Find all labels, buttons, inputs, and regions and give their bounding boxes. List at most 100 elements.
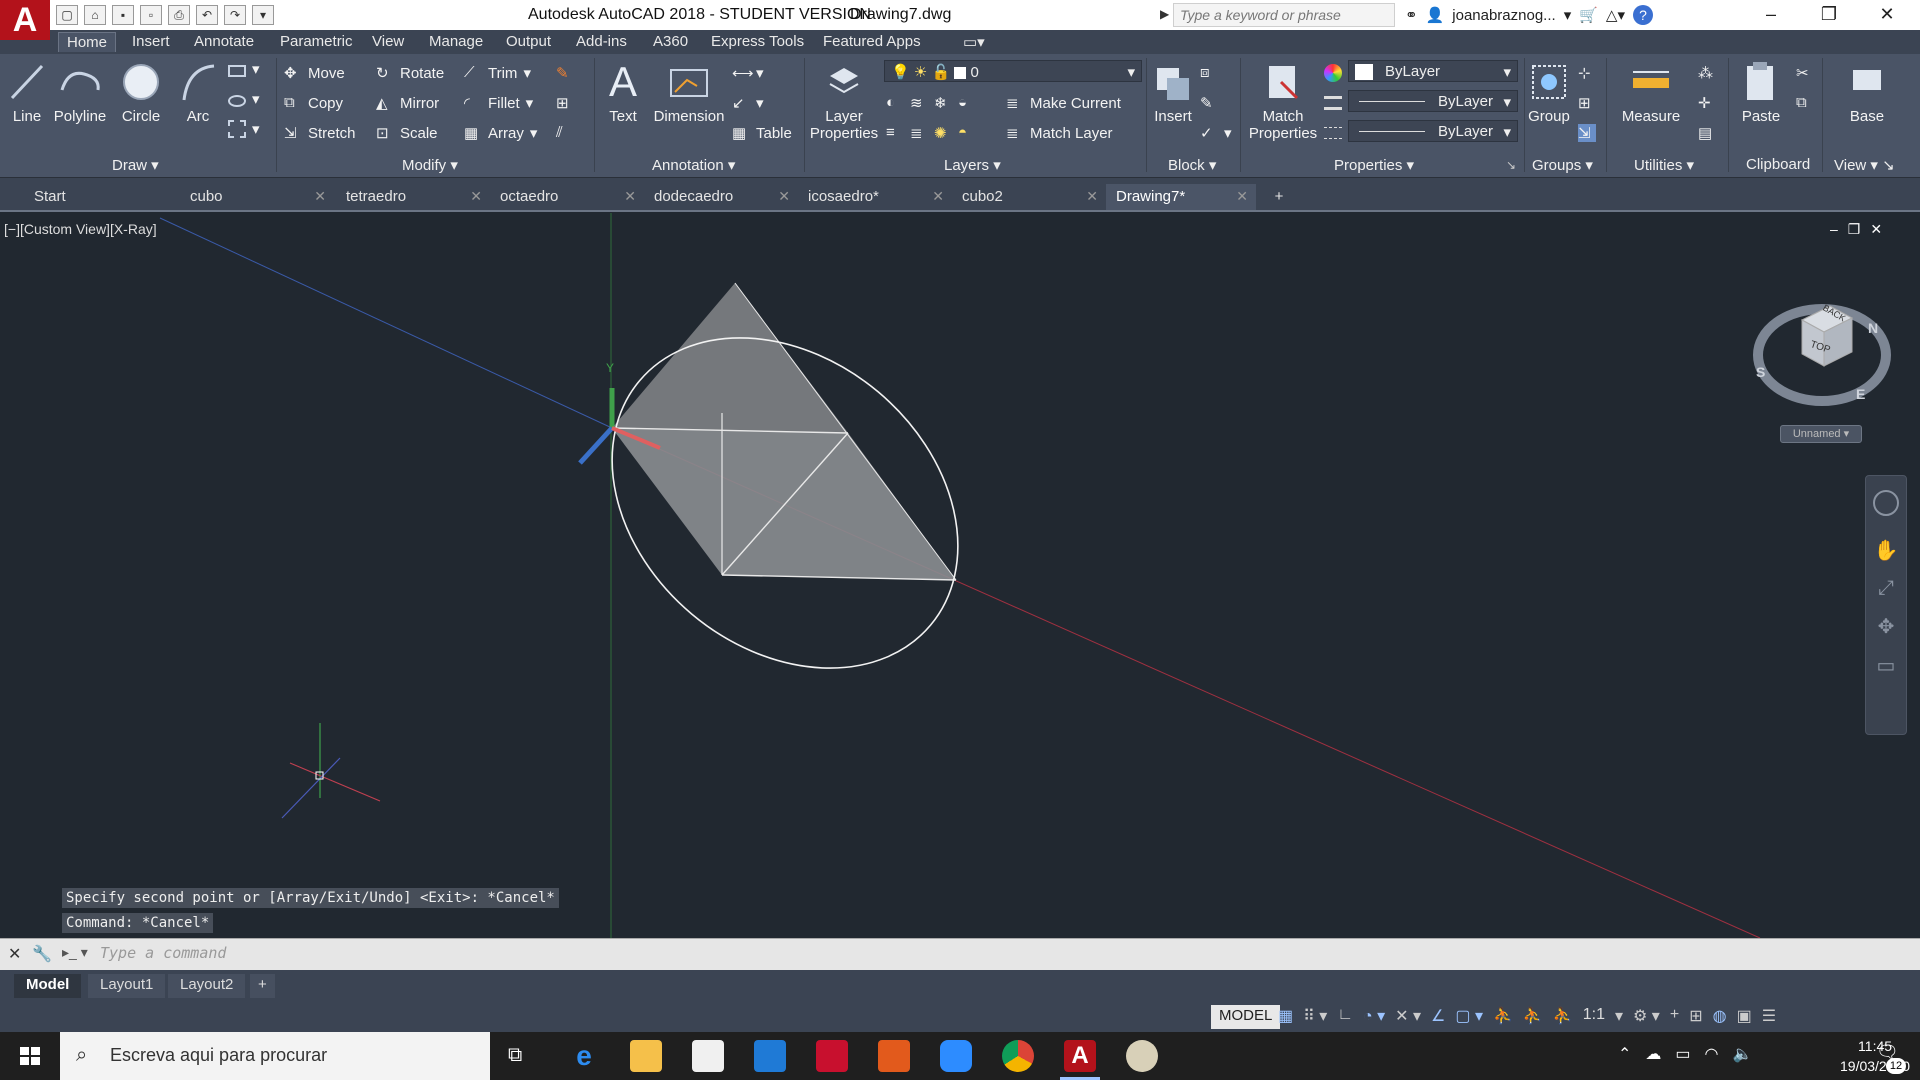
panel-title-layers[interactable]: Layers ▾ <box>944 156 1001 174</box>
color-dropdown[interactable]: ByLayer ▾ <box>1348 60 1518 82</box>
drawing-canvas[interactable]: Y <box>0 213 1920 938</box>
doc-tab-tetraedro[interactable]: tetraedro ✕ <box>336 184 490 210</box>
edit-block-button[interactable]: ✎ <box>1200 94 1218 112</box>
close-command-line-icon[interactable]: ✕ <box>8 944 21 964</box>
print-icon[interactable]: ⎙ <box>168 5 190 25</box>
save-as-icon[interactable]: ▫ <box>140 5 162 25</box>
layer-unlock-icon[interactable]: ◓ <box>958 124 976 142</box>
ucs-menu-button[interactable]: Unnamed ▾ <box>1780 425 1862 443</box>
close-tab-icon[interactable]: ✕ <box>932 188 944 205</box>
array-button[interactable]: ▦ Array ▾ <box>464 124 537 143</box>
trim-button[interactable]: ⟋ Trim ▾ <box>464 64 531 82</box>
units-icon[interactable]: ⊞ <box>1689 1006 1702 1026</box>
close-tab-icon[interactable]: ✕ <box>624 188 636 205</box>
a360-icon[interactable]: 🛒 <box>1579 6 1598 24</box>
close-tab-icon[interactable]: ✕ <box>778 188 790 205</box>
isolate-objects-icon[interactable]: ◍ <box>1713 1006 1727 1026</box>
erase-button[interactable]: ✎ <box>556 64 574 82</box>
rectangle-button[interactable]: ▾ <box>228 60 260 78</box>
make-current-button[interactable]: ≣ Make Current <box>1006 94 1121 113</box>
move-button[interactable]: ✥ Move <box>284 64 345 83</box>
tab-manage[interactable]: Manage <box>421 32 491 51</box>
layer-dropdown[interactable]: 💡 ☀ 🔓 0 ▾ <box>884 60 1142 82</box>
quick-select-button[interactable]: ⁂ <box>1698 64 1716 82</box>
doc-tab-dodecaedro[interactable]: dodecaedro ✕ <box>644 184 798 210</box>
doc-tab-cubo2[interactable]: cubo2 ✕ <box>952 184 1106 210</box>
block-attribute-button[interactable]: ✓ ▾ <box>1200 124 1232 142</box>
leader-button[interactable]: ↙ ▾ <box>732 94 764 112</box>
stretch-button[interactable]: ⇲ Stretch <box>284 124 356 143</box>
panel-title-block[interactable]: Block ▾ <box>1168 156 1216 174</box>
edge-browser-icon[interactable]: e <box>568 1040 600 1072</box>
open-folder-icon[interactable]: ⌂ <box>84 5 106 25</box>
tab-insert[interactable]: Insert <box>124 32 178 51</box>
workspace-gear-icon[interactable]: ⚙ ▾ <box>1633 1006 1660 1026</box>
tab-view[interactable]: View <box>364 32 412 51</box>
ungroup-button[interactable]: ⊹ <box>1578 64 1596 82</box>
tab-home[interactable]: Home <box>58 32 117 52</box>
compass-east[interactable]: E <box>1856 386 1865 402</box>
viewport-close-icon[interactable]: ✕ <box>1870 221 1882 238</box>
hatch-button[interactable]: ▾ <box>228 90 260 108</box>
taskbar-search-box[interactable]: Escreva aqui para procurar <box>60 1032 490 1080</box>
tab-annotate[interactable]: Annotate <box>186 32 262 51</box>
match-properties-button[interactable]: Match Properties <box>1246 60 1320 142</box>
customize-qat-icon[interactable]: ▾ <box>252 5 274 25</box>
mirror-button[interactable]: ◭ Mirror <box>376 94 439 113</box>
tab-output[interactable]: Output <box>498 32 559 51</box>
measure-button[interactable]: Measure <box>1616 60 1686 125</box>
onedrive-icon[interactable]: ☁ <box>1645 1044 1661 1064</box>
panel-title-view[interactable]: View ▾ ↘ <box>1834 156 1895 174</box>
linear-dimension-button[interactable]: ⟷ ▾ <box>732 64 764 82</box>
cart-icon[interactable]: ▾ <box>1564 6 1572 24</box>
autocad-taskbar-icon[interactable]: A <box>1064 1040 1096 1072</box>
object-snap-icon[interactable]: ▢ ▾ <box>1455 1006 1483 1026</box>
exchange-icon[interactable]: △▾ <box>1606 6 1625 24</box>
ortho-icon[interactable]: ∟ <box>1337 1006 1353 1026</box>
windows-start-button[interactable] <box>0 1032 60 1080</box>
grid-icon[interactable]: ▦ <box>1278 1006 1293 1026</box>
zoom-extents-icon[interactable]: ⤢ <box>1866 577 1906 600</box>
layer-isolate-icon[interactable]: ≋ <box>910 94 928 112</box>
arc-button[interactable]: Arc <box>178 60 218 125</box>
create-block-button[interactable]: ⧈ <box>1200 64 1218 82</box>
close-tab-icon[interactable]: ✕ <box>1236 188 1248 205</box>
rotate-button[interactable]: ↻ Rotate <box>376 64 444 83</box>
viewcube[interactable]: TOP BACK N S E <box>1752 290 1892 420</box>
customize-status-icon[interactable]: ☰ <box>1762 1006 1776 1026</box>
showmotion-icon[interactable]: ▭ <box>1866 653 1906 678</box>
scale-button[interactable]: ⊡ Scale <box>376 124 438 143</box>
panel-title-clipboard[interactable]: Clipboard <box>1746 156 1810 173</box>
explode-button[interactable]: ⊞ <box>556 94 574 112</box>
mail-icon[interactable] <box>754 1040 786 1072</box>
annotation-scale-value[interactable]: 1:1 <box>1583 1006 1605 1026</box>
tab-model[interactable]: Model <box>14 974 82 998</box>
chrome-icon[interactable] <box>1002 1040 1034 1072</box>
panel-title-annotation[interactable]: Annotation ▾ <box>652 156 735 174</box>
viewport-controls-label[interactable]: [−][Custom View][X-Ray] <box>4 221 157 237</box>
group-button[interactable]: Group <box>1528 60 1570 125</box>
id-point-button[interactable]: ✛ <box>1698 94 1716 112</box>
volume-icon[interactable]: 🔈 <box>1733 1044 1753 1064</box>
layer-merge-icon[interactable]: ≣ <box>910 124 928 142</box>
layer-thaw-icon[interactable]: ✺ <box>934 124 952 142</box>
compass-north[interactable]: N <box>1868 320 1878 336</box>
properties-dialog-launcher-icon[interactable]: ↘ <box>1506 158 1516 172</box>
snap-icon[interactable]: ⠿ ▾ <box>1303 1006 1327 1026</box>
dimension-button[interactable]: Dimension <box>652 60 726 125</box>
panel-title-draw[interactable]: Draw ▾ <box>112 156 159 174</box>
circle-button[interactable]: Circle <box>118 60 164 125</box>
close-button[interactable]: ✕ <box>1858 0 1916 30</box>
pan-icon[interactable]: ✋ <box>1866 538 1906 563</box>
layer-properties-button[interactable]: Layer Properties <box>808 60 880 142</box>
scale-chevron-icon[interactable]: ▾ <box>1615 1006 1623 1026</box>
tab-layout2[interactable]: Layout2 <box>168 974 246 998</box>
paste-button[interactable]: Paste <box>1736 60 1786 125</box>
group-edit-button[interactable]: ⊞ <box>1578 94 1596 112</box>
application-menu-button[interactable]: A <box>0 0 50 40</box>
calculator-button[interactable]: ▤ <box>1698 124 1716 142</box>
region-button[interactable]: ▾ <box>228 120 260 138</box>
compass-south[interactable]: S <box>1756 364 1765 380</box>
match-layer-button[interactable]: ≣ Match Layer <box>1006 124 1113 143</box>
mcafee-icon[interactable] <box>816 1040 848 1072</box>
